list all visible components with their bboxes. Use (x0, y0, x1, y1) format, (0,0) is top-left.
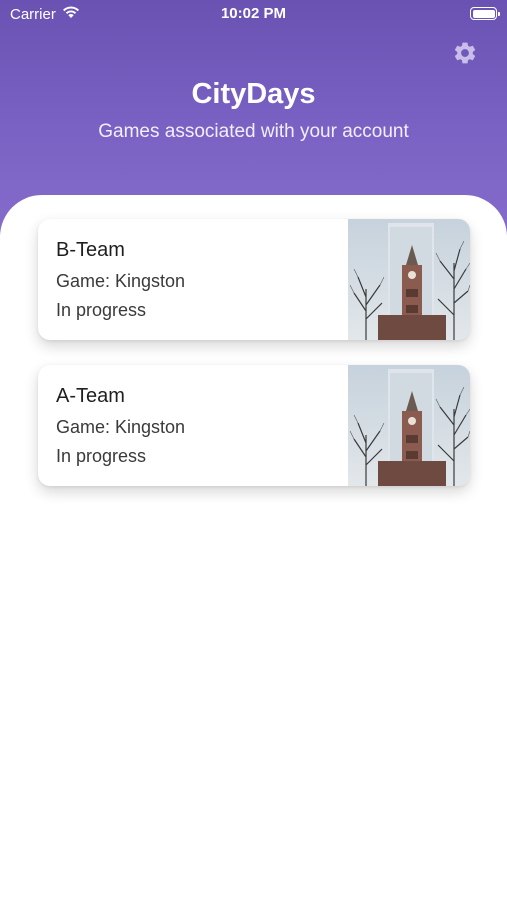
status-bar: Carrier 10:02 PM (0, 0, 507, 28)
game-status: In progress (56, 446, 147, 466)
app-subtitle: Games associated with your account (98, 121, 409, 142)
settings-button[interactable] (451, 41, 479, 69)
game-card[interactable]: A-Team Game: Kingston In progress (38, 365, 470, 486)
gear-icon (452, 40, 478, 71)
game-status: In progress (56, 300, 147, 320)
team-name: A-Team (56, 385, 125, 407)
status-time: 10:02 PM (220, 5, 287, 22)
game-name: Game: Kingston (56, 271, 186, 291)
battery-icon (470, 7, 500, 20)
game-name: Game: Kingston (56, 417, 186, 437)
app-title: CityDays (191, 78, 316, 110)
game-card-text: B-Team Game: Kingston In progress (56, 239, 185, 329)
city-hall-image (348, 219, 470, 340)
game-card[interactable]: B-Team Game: Kingston In progress (38, 219, 470, 340)
team-name: B-Team (56, 239, 125, 261)
game-card-text: A-Team Game: Kingston In progress (56, 385, 185, 475)
screen: Carrier 10:02 PM CityDays Games associat… (0, 0, 507, 900)
city-hall-image (348, 365, 470, 486)
